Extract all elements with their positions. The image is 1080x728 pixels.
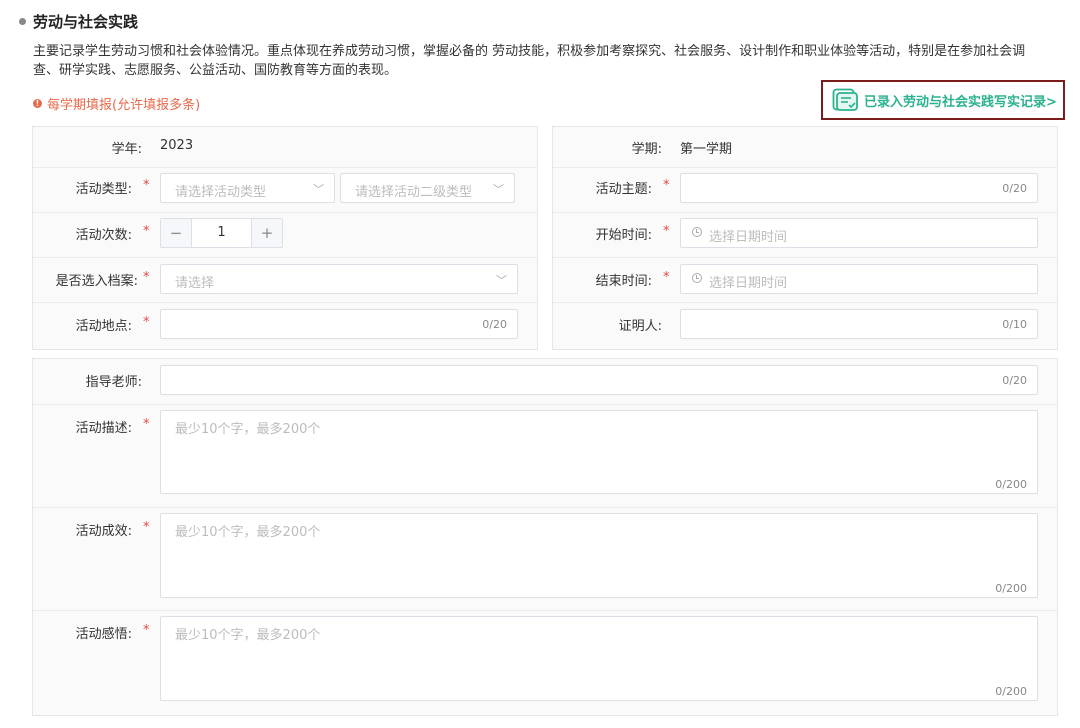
description-textarea[interactable]: 最少10个字，最多200个 0/200 xyxy=(160,410,1038,494)
effect-label: 活动成效: xyxy=(75,524,132,539)
row-divider xyxy=(553,167,1057,168)
fill-notice: ! 每学期填报(允许填报多条) xyxy=(33,94,200,113)
required-mark: * xyxy=(663,178,670,193)
char-counter: 0/200 xyxy=(995,685,1027,698)
teacher-input[interactable]: 0/20 xyxy=(160,365,1038,395)
activity-theme-input[interactable]: 0/20 xyxy=(680,173,1038,203)
activity-type-label: 活动类型: xyxy=(75,182,132,197)
required-mark: * xyxy=(663,270,670,285)
clock-icon xyxy=(692,227,702,237)
fill-notice-text: 每学期填报(允许填报多条) xyxy=(47,98,201,113)
required-mark: * xyxy=(143,417,150,432)
activity-count-stepper[interactable]: − 1 + xyxy=(160,218,283,248)
char-counter: 0/10 xyxy=(1002,318,1027,331)
end-time-picker[interactable]: 选择日期时间 xyxy=(680,264,1038,294)
teacher-label: 指导老师: xyxy=(85,375,142,390)
insight-textarea[interactable]: 最少10个字，最多200个 0/200 xyxy=(160,616,1038,701)
char-counter: 0/200 xyxy=(995,582,1027,595)
required-mark: * xyxy=(663,224,670,239)
year-label: 学年: xyxy=(111,142,142,157)
char-counter: 0/200 xyxy=(995,478,1027,491)
term-label: 学期: xyxy=(631,142,662,157)
required-mark: * xyxy=(143,224,150,239)
row-divider xyxy=(33,404,1057,405)
section-title: 劳动与社会实践 xyxy=(33,13,139,31)
chevron-down-icon: ﹀ xyxy=(313,183,324,196)
row-divider xyxy=(33,257,537,258)
chevron-down-icon: ﹀ xyxy=(493,183,504,196)
location-input[interactable]: 0/20 xyxy=(160,309,518,339)
start-time-label: 开始时间: xyxy=(595,228,652,243)
witness-input[interactable]: 0/10 xyxy=(680,309,1038,339)
section-description: 主要记录学生劳动习惯和社会体验情况。重点体现在养成劳动习惯，掌握必备的 劳动技能… xyxy=(33,44,1026,78)
row-divider xyxy=(33,167,537,168)
archive-label: 是否选入档案: xyxy=(55,274,138,289)
activity-count-value[interactable]: 1 xyxy=(191,225,252,240)
activity-type-select[interactable]: 请选择活动类型 ﹀ xyxy=(160,173,335,203)
start-time-placeholder: 选择日期时间 xyxy=(709,230,788,245)
increment-button[interactable]: + xyxy=(251,219,282,247)
section-bullet xyxy=(19,18,26,25)
required-mark: * xyxy=(143,520,150,535)
effect-textarea[interactable]: 最少10个字，最多200个 0/200 xyxy=(160,513,1038,598)
clock-icon xyxy=(692,273,702,283)
record-list-icon xyxy=(832,88,858,111)
recorded-entries-link[interactable]: 已录入劳动与社会实践写实记录> xyxy=(821,80,1065,120)
description-label: 活动描述: xyxy=(75,421,132,436)
end-time-label: 结束时间: xyxy=(595,274,652,289)
row-divider xyxy=(33,212,537,213)
start-time-picker[interactable]: 选择日期时间 xyxy=(680,218,1038,248)
recorded-entries-label: 已录入劳动与社会实践写实记录> xyxy=(864,94,1057,110)
row-divider xyxy=(553,212,1057,213)
chevron-down-icon: ﹀ xyxy=(496,274,507,287)
row-divider xyxy=(33,302,537,303)
effect-placeholder: 最少10个字，最多200个 xyxy=(175,525,321,540)
row-divider xyxy=(33,610,1057,611)
activity-type-placeholder: 请选择活动类型 xyxy=(175,185,267,200)
witness-label: 证明人: xyxy=(618,319,662,334)
char-counter: 0/20 xyxy=(1002,374,1027,387)
char-counter: 0/20 xyxy=(482,318,507,331)
row-divider xyxy=(553,257,1057,258)
archive-placeholder: 请选择 xyxy=(175,276,215,291)
required-mark: * xyxy=(143,315,150,330)
location-label: 活动地点: xyxy=(75,319,132,334)
activity-theme-label: 活动主题: xyxy=(595,182,652,197)
description-placeholder: 最少10个字，最多200个 xyxy=(175,422,321,437)
required-mark: * xyxy=(143,623,150,638)
archive-select[interactable]: 请选择 ﹀ xyxy=(160,264,518,294)
activity-subtype-select[interactable]: 请选择活动二级类型 ﹀ xyxy=(340,173,515,203)
required-mark: * xyxy=(143,178,150,193)
year-value: 2023 xyxy=(160,138,194,153)
end-time-placeholder: 选择日期时间 xyxy=(709,276,788,291)
decrement-button[interactable]: − xyxy=(161,219,192,247)
term-value: 第一学期 xyxy=(680,142,733,157)
activity-count-label: 活动次数: xyxy=(75,228,132,243)
insight-placeholder: 最少10个字，最多200个 xyxy=(175,628,321,643)
exclamation-icon: ! xyxy=(33,99,42,108)
char-counter: 0/20 xyxy=(1002,182,1027,195)
row-divider xyxy=(553,302,1057,303)
required-mark: * xyxy=(143,270,150,285)
row-divider xyxy=(33,507,1057,508)
insight-label: 活动感悟: xyxy=(75,627,132,642)
activity-subtype-placeholder: 请选择活动二级类型 xyxy=(355,185,473,200)
